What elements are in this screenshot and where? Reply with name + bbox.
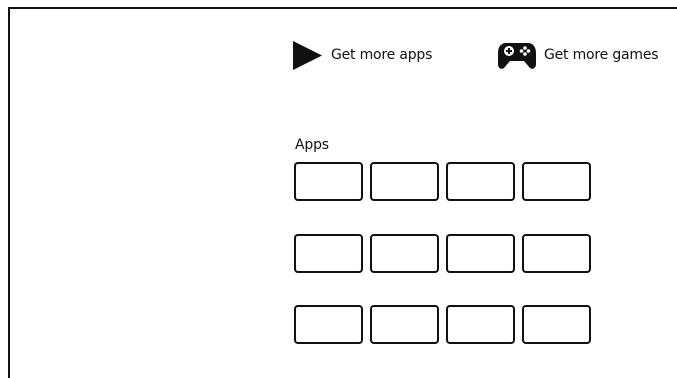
app-tile[interactable] (522, 162, 591, 201)
app-tile[interactable] (294, 234, 363, 273)
app-tile[interactable] (370, 305, 439, 344)
get-more-apps-label: Get more apps (331, 47, 433, 63)
play-triangle-icon (292, 40, 323, 71)
app-tile[interactable] (370, 234, 439, 273)
apps-row-1 (294, 162, 591, 201)
app-tile[interactable] (370, 162, 439, 201)
app-tile[interactable] (446, 162, 515, 201)
app-tile[interactable] (522, 305, 591, 344)
get-more-games-label: Get more games (544, 47, 659, 63)
app-tile[interactable] (446, 234, 515, 273)
get-more-games-button[interactable]: Get more games (497, 39, 659, 71)
apps-row-3 (294, 305, 591, 344)
apps-section-title: Apps (295, 137, 329, 153)
app-tile[interactable] (294, 305, 363, 344)
app-tile[interactable] (446, 305, 515, 344)
app-tile[interactable] (294, 162, 363, 201)
get-more-apps-button[interactable]: Get more apps (292, 39, 432, 71)
apps-row-2 (294, 234, 591, 273)
gamepad-icon (497, 39, 537, 71)
app-tile[interactable] (522, 234, 591, 273)
